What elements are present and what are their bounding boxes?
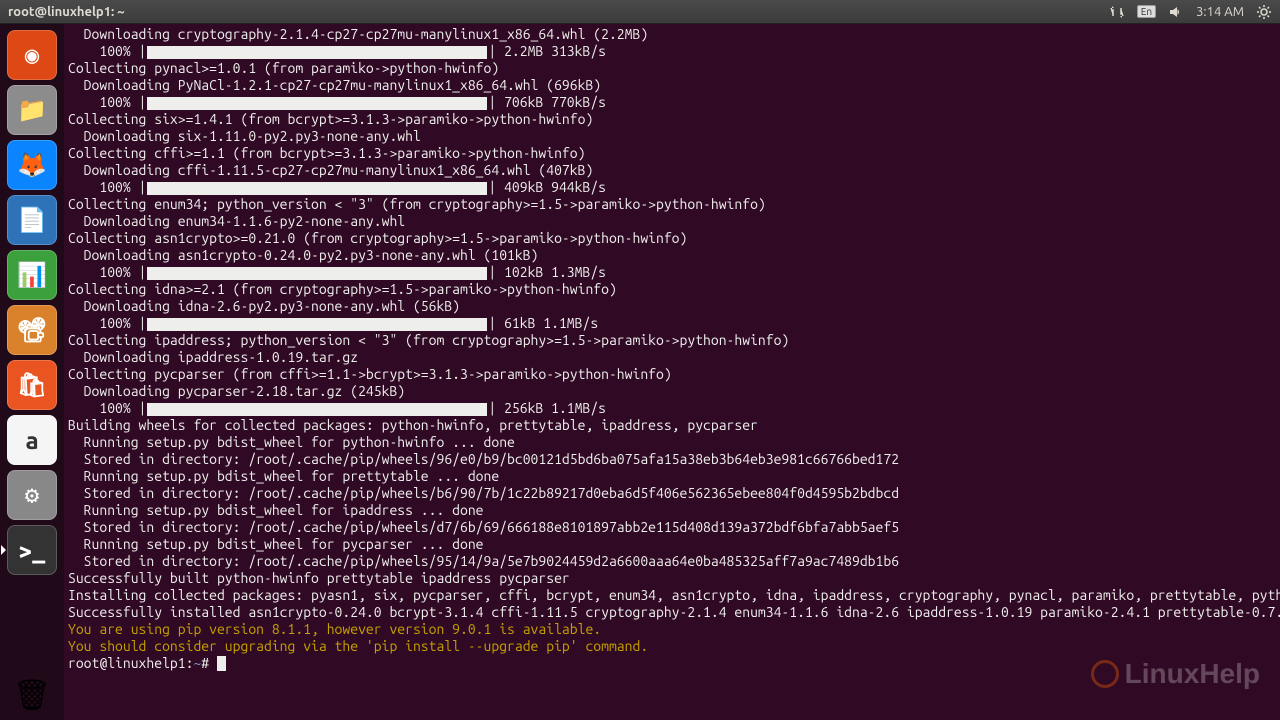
terminal-line: Stored in directory: /root/.cache/pip/wh… (68, 519, 1276, 536)
terminal-line: Stored in directory: /root/.cache/pip/wh… (68, 451, 1276, 468)
launcher-trash[interactable]: 🗑 (7, 670, 57, 720)
terminal-line: Collecting pycparser (from cffi>=1.1->bc… (68, 366, 1276, 383)
launcher-writer[interactable]: 📄 (7, 195, 57, 245)
terminal-line: You are using pip version 8.1.1, however… (68, 621, 1276, 638)
launcher-dash[interactable]: ◉ (7, 30, 57, 80)
progress-bar (147, 267, 487, 280)
terminal-line: Collecting idna>=2.1 (from cryptography>… (68, 281, 1276, 298)
launcher-settings[interactable]: ⚙ (7, 470, 57, 520)
terminal-line: 100% || 706kB 770kB/s (68, 94, 1276, 111)
launcher-files[interactable]: 📁 (7, 85, 57, 135)
cursor (217, 656, 226, 671)
terminal-line: root@linuxhelp1:~# (68, 655, 1276, 672)
terminal-line: Running setup.py bdist_wheel for ipaddre… (68, 502, 1276, 519)
terminal-line: Downloading pycparser-2.18.tar.gz (245kB… (68, 383, 1276, 400)
terminal-line: You should consider upgrading via the 'p… (68, 638, 1276, 655)
terminal-line: 100% || 256kB 1.1MB/s (68, 400, 1276, 417)
progress-bar (147, 97, 487, 110)
terminal-line: Collecting pynacl>=1.0.1 (from paramiko-… (68, 60, 1276, 77)
progress-bar (147, 46, 487, 59)
terminal-line: Downloading cffi-1.11.5-cp27-cp27mu-many… (68, 162, 1276, 179)
progress-bar (147, 403, 487, 416)
launcher-software[interactable]: 🛍 (7, 360, 57, 410)
terminal-line: 100% || 409kB 944kB/s (68, 179, 1276, 196)
launcher-terminal[interactable]: >_ (7, 525, 57, 575)
sound-icon[interactable] (1168, 4, 1184, 20)
terminal-line: Collecting ipaddress; python_version < "… (68, 332, 1276, 349)
network-icon[interactable] (1109, 4, 1125, 20)
launcher-impress[interactable]: 📽 (7, 305, 57, 355)
unity-launcher: ◉📁🦊📄📊📽🛍a⚙>_ 🗑 (0, 24, 64, 720)
terminal-line: Collecting six>=1.4.1 (from bcrypt>=3.1.… (68, 111, 1276, 128)
clock[interactable]: 3:14 AM (1196, 5, 1244, 19)
terminal-line: Stored in directory: /root/.cache/pip/wh… (68, 553, 1276, 570)
terminal-output[interactable]: Downloading cryptography-2.1.4-cp27-cp27… (64, 24, 1280, 720)
top-menu-bar: root@linuxhelp1: ~ En 3:14 AM (0, 0, 1280, 24)
launcher-calc[interactable]: 📊 (7, 250, 57, 300)
terminal-line: Collecting cffi>=1.1 (from bcrypt>=3.1.3… (68, 145, 1276, 162)
terminal-line: Downloading ipaddress-1.0.19.tar.gz (68, 349, 1276, 366)
terminal-line: Collecting asn1crypto>=0.21.0 (from cryp… (68, 230, 1276, 247)
terminal-line: Downloading asn1crypto-0.24.0-py2.py3-no… (68, 247, 1276, 264)
terminal-line: Collecting enum34; python_version < "3" … (68, 196, 1276, 213)
terminal-line: Installing collected packages: pyasn1, s… (68, 587, 1276, 604)
terminal-line: Downloading six-1.11.0-py2.py3-none-any.… (68, 128, 1276, 145)
terminal-line: 100% || 2.2MB 313kB/s (68, 43, 1276, 60)
launcher-amazon[interactable]: a (7, 415, 57, 465)
terminal-line: Downloading PyNaCl-1.2.1-cp27-cp27mu-man… (68, 77, 1276, 94)
terminal-line: Stored in directory: /root/.cache/pip/wh… (68, 485, 1276, 502)
language-indicator[interactable]: En (1137, 5, 1156, 18)
gear-icon[interactable] (1256, 4, 1272, 20)
terminal-line: Running setup.py bdist_wheel for prettyt… (68, 468, 1276, 485)
terminal-line: Building wheels for collected packages: … (68, 417, 1276, 434)
terminal-line: Downloading idna-2.6-py2.py3-none-any.wh… (68, 298, 1276, 315)
terminal-line: Downloading enum34-1.1.6-py2-none-any.wh… (68, 213, 1276, 230)
terminal-line: Successfully installed asn1crypto-0.24.0… (68, 604, 1276, 621)
terminal-line: 100% || 61kB 1.1MB/s (68, 315, 1276, 332)
terminal-line: Downloading cryptography-2.1.4-cp27-cp27… (68, 26, 1276, 43)
window-title: root@linuxhelp1: ~ (8, 5, 125, 19)
progress-bar (147, 318, 487, 331)
progress-bar (147, 182, 487, 195)
launcher-firefox[interactable]: 🦊 (7, 140, 57, 190)
terminal-line: 100% || 102kB 1.3MB/s (68, 264, 1276, 281)
terminal-line: Running setup.py bdist_wheel for python-… (68, 434, 1276, 451)
terminal-line: Successfully built python-hwinfo prettyt… (68, 570, 1276, 587)
terminal-line: Running setup.py bdist_wheel for pycpars… (68, 536, 1276, 553)
